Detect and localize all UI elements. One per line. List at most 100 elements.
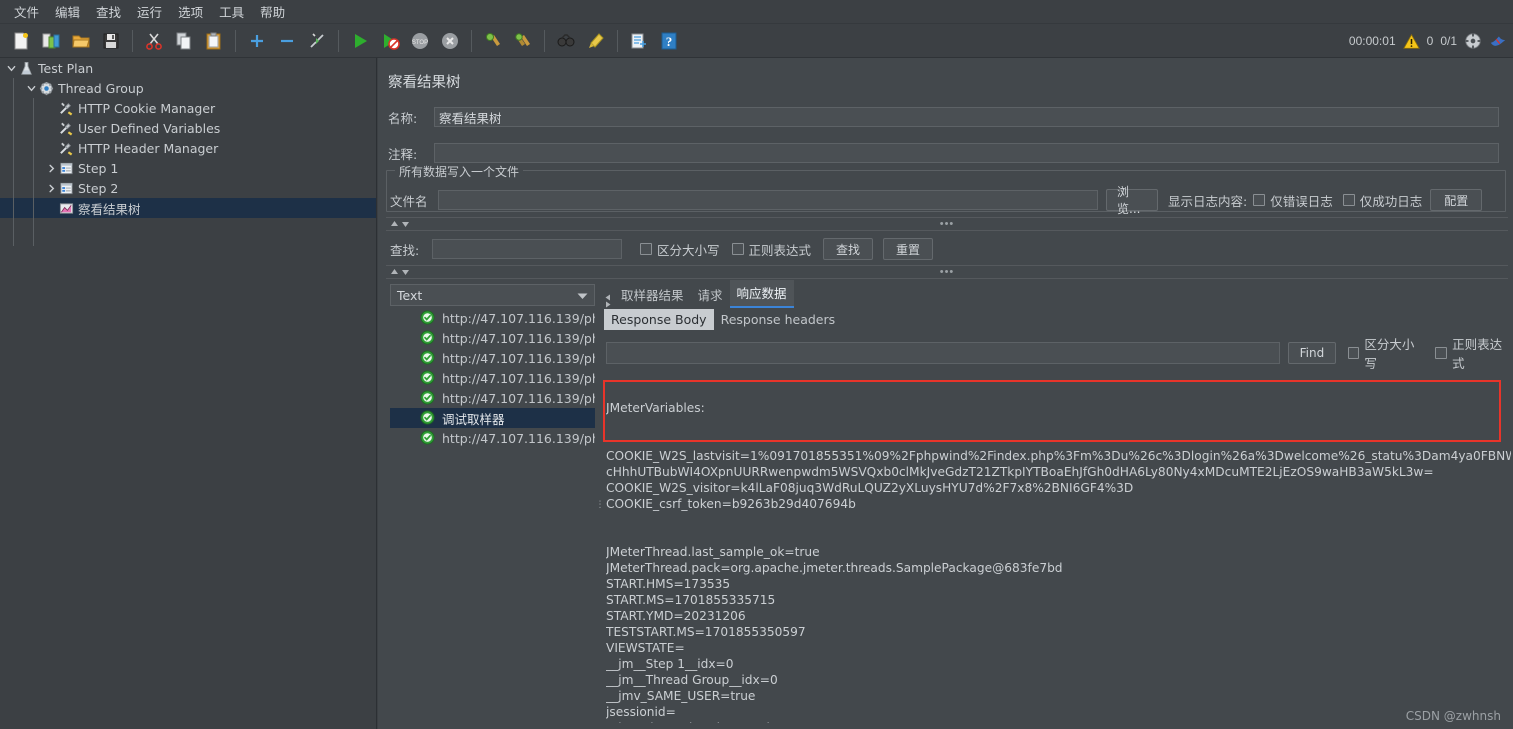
sampler-result-item[interactable]: http://47.107.116.139/phpwind xyxy=(390,348,595,368)
response-body-text[interactable]: JMeterVariables: COOKIE_W2S_lastvisit=1%… xyxy=(606,368,1511,723)
browse-button[interactable]: 浏览... xyxy=(1106,185,1158,216)
clear-icon[interactable] xyxy=(480,28,506,54)
response-sub-tabs[interactable]: Response Body Response headers xyxy=(604,309,842,330)
result-tabs[interactable]: 取样器结果 请求 响应数据 xyxy=(604,280,794,308)
search-regex-box[interactable] xyxy=(731,243,744,255)
search-icon[interactable] xyxy=(553,28,579,54)
tree-node-label: Step 2 xyxy=(78,180,119,196)
clear-all-icon[interactable] xyxy=(510,28,536,54)
find-input[interactable] xyxy=(606,342,1281,364)
sampler-result-list[interactable]: http://47.107.116.139/phpwind http://47.1… xyxy=(390,308,595,723)
search-case-sensitive-checkbox[interactable]: 区分大小写 xyxy=(640,240,720,259)
find-regex-checkbox[interactable]: 正则表达式 xyxy=(1435,334,1513,372)
shutdown-icon[interactable] xyxy=(437,28,463,54)
comment-input[interactable] xyxy=(434,143,1499,163)
find-regex-box[interactable] xyxy=(1435,347,1448,359)
menu-tools[interactable]: 工具 xyxy=(211,0,252,23)
expand-icon[interactable] xyxy=(244,28,270,54)
tree-node-0[interactable]: Test Plan xyxy=(0,58,376,78)
new-from-template-icon[interactable] xyxy=(38,28,64,54)
collapse-icon[interactable] xyxy=(274,28,300,54)
sampler-result-item[interactable]: http://47.107.116.139/phpwind xyxy=(390,308,595,328)
success-only-checkbox-box[interactable] xyxy=(1342,194,1355,206)
copy-icon[interactable] xyxy=(171,28,197,54)
new-file-icon[interactable] xyxy=(8,28,34,54)
response-tab-0[interactable]: Response Body xyxy=(604,309,714,330)
response-body-line: __jm__Step 1__idx=0 xyxy=(606,657,734,671)
find-button[interactable]: Find xyxy=(1288,342,1336,364)
search-input[interactable] xyxy=(432,239,622,259)
filename-input[interactable] xyxy=(438,190,1098,210)
function-helper-icon[interactable] xyxy=(626,28,652,54)
sampler-result-item[interactable]: http://47.107.116.139/phpwind xyxy=(390,388,595,408)
menu-edit[interactable]: 编辑 xyxy=(47,0,88,23)
search-row: 查找: 区分大小写 正则表达式 查找 重置 xyxy=(390,238,934,260)
sampler-result-item[interactable]: http://47.107.116.139/phpwind xyxy=(390,328,595,348)
chevron-down-icon[interactable] xyxy=(577,288,588,303)
reset-search-icon[interactable] xyxy=(583,28,609,54)
menu-run[interactable]: 运行 xyxy=(129,0,170,23)
help-icon[interactable]: ? xyxy=(656,28,682,54)
find-case-sensitive-box[interactable] xyxy=(1347,347,1360,359)
tree-node-3[interactable]: User Defined Variables xyxy=(0,118,376,138)
splitter-arrows[interactable] xyxy=(390,220,410,228)
menu-file[interactable]: 文件 xyxy=(6,0,47,23)
errors-only-checkbox-box[interactable] xyxy=(1253,194,1266,206)
svg-text:?: ? xyxy=(666,34,673,49)
name-input[interactable] xyxy=(434,107,1499,127)
search-regex-checkbox[interactable]: 正则表达式 xyxy=(731,240,811,259)
tree-node-1[interactable]: Thread Group xyxy=(0,78,376,98)
result-tab-0[interactable]: 取样器结果 xyxy=(614,282,691,308)
warning-icon[interactable] xyxy=(1402,33,1420,50)
tree-node-4[interactable]: HTTP Header Manager xyxy=(0,138,376,158)
test-plan-tree[interactable]: Test Plan Thread Group HTTP Cookie Manager… xyxy=(0,58,377,729)
success-status-icon xyxy=(420,410,436,426)
response-body-line: VIEWSTATE= xyxy=(606,641,685,655)
tree-node-7[interactable]: 察看结果树 xyxy=(0,198,376,218)
tree-toggle-right-icon[interactable] xyxy=(44,181,58,195)
start-no-pauses-icon[interactable] xyxy=(377,28,403,54)
tree-node-5[interactable]: Step 1 xyxy=(0,158,376,178)
tab-scroll-arrows[interactable] xyxy=(604,294,612,308)
tree-toggle-down-icon[interactable] xyxy=(24,81,38,95)
sampler-result-item[interactable]: http://47.107.116.139/phpwind xyxy=(390,428,595,448)
response-tab-1[interactable]: Response headers xyxy=(714,309,843,330)
start-icon[interactable] xyxy=(347,28,373,54)
tree-toggle-right-icon[interactable] xyxy=(44,161,58,175)
stop-icon[interactable]: STOP xyxy=(407,28,433,54)
thread-scope-icon[interactable] xyxy=(1464,32,1482,50)
tree-toggle-down-icon[interactable] xyxy=(4,61,18,75)
result-tab-2[interactable]: 响应数据 xyxy=(729,280,794,308)
cut-icon[interactable] xyxy=(141,28,167,54)
bird-icon[interactable] xyxy=(1489,32,1507,50)
warning-count: 0 xyxy=(1426,34,1434,48)
search-case-sensitive-box[interactable] xyxy=(640,243,652,255)
search-find-button[interactable]: 查找 xyxy=(823,238,874,260)
success-only-checkbox[interactable]: 仅成功日志 xyxy=(1342,191,1422,210)
response-body-line: JMeterThread.last_sample_ok=true xyxy=(606,545,820,559)
save-icon[interactable] xyxy=(98,28,124,54)
find-case-sensitive-label: 区分大小写 xyxy=(1364,337,1415,371)
vertical-splitter[interactable]: ⋮ xyxy=(596,284,605,724)
sampler-result-item[interactable]: http://47.107.116.139/phpwind xyxy=(390,368,595,388)
menu-help[interactable]: 帮助 xyxy=(252,0,293,23)
menu-search[interactable]: 查找 xyxy=(88,0,129,23)
splitter-top[interactable]: ••• xyxy=(386,219,1508,230)
menu-options[interactable]: 选项 xyxy=(170,0,211,23)
toolbar-separator xyxy=(471,29,472,52)
splitter-middle[interactable]: ••• xyxy=(386,267,1508,278)
open-icon[interactable] xyxy=(68,28,94,54)
tree-node-6[interactable]: Step 2 xyxy=(0,178,376,198)
sampler-result-item[interactable]: 调试取样器 xyxy=(390,408,595,428)
toggle-icon[interactable] xyxy=(304,28,330,54)
paste-icon[interactable] xyxy=(201,28,227,54)
find-case-sensitive-checkbox[interactable]: 区分大小写 xyxy=(1347,334,1426,372)
renderer-select[interactable]: Text xyxy=(390,284,595,306)
tree-node-2[interactable]: HTTP Cookie Manager xyxy=(0,98,376,118)
configure-button[interactable]: 配置 xyxy=(1430,189,1483,211)
splitter-arrows[interactable] xyxy=(390,268,410,276)
search-reset-button[interactable]: 重置 xyxy=(883,238,934,260)
result-tab-1[interactable]: 请求 xyxy=(691,282,730,308)
tree-node-label: Step 1 xyxy=(78,160,119,176)
errors-only-checkbox[interactable]: 仅错误日志 xyxy=(1253,191,1333,210)
